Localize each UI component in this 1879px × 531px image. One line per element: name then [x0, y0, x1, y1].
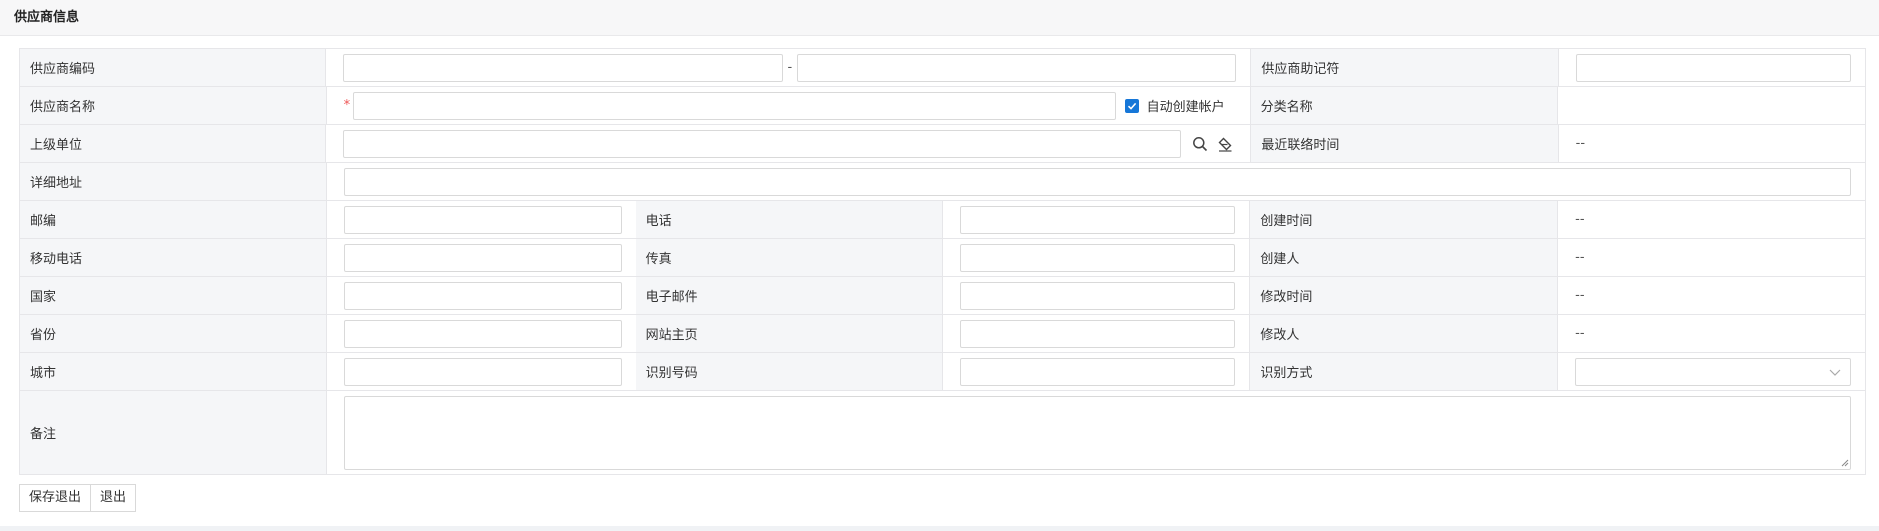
email-label: 电子邮件	[635, 277, 943, 314]
email-input[interactable]	[959, 281, 1236, 310]
resize-grip-icon[interactable]	[1841, 459, 1849, 467]
id-method-select[interactable]	[1575, 357, 1852, 386]
form-row: 省份 网站主页 修改人 --	[20, 315, 1867, 353]
province-label: 省份	[20, 315, 327, 352]
form-row: 城市 识别号码 识别方式	[20, 353, 1867, 391]
form-row: 供应商名称 * 自动创建帐户 分类名称	[20, 87, 1866, 125]
supplier-name-label: 供应商名称	[20, 87, 327, 124]
mnemonic-input[interactable]	[1575, 53, 1851, 82]
phone-cell	[942, 201, 1251, 238]
modified-time-label: 修改时间	[1250, 277, 1559, 314]
creator-label: 创建人	[1250, 239, 1559, 276]
parent-unit-label: 上级单位	[20, 125, 327, 162]
mobile-label: 移动电话	[20, 239, 327, 276]
id-number-label: 识别号码	[635, 353, 943, 390]
form-row: 移动电话 传真 创建人 --	[20, 239, 1867, 277]
province-input[interactable]	[343, 319, 622, 348]
remark-textarea[interactable]	[343, 395, 1851, 470]
creator-value: --	[1558, 239, 1867, 276]
email-cell	[942, 277, 1251, 314]
panel-title: 供应商信息	[0, 0, 1879, 36]
eraser-icon[interactable]	[1215, 133, 1237, 155]
province-cell	[326, 315, 636, 352]
website-cell	[942, 315, 1251, 352]
save-exit-button[interactable]: 保存退出	[19, 484, 92, 512]
category-name-value	[1558, 87, 1866, 124]
last-contact-time-label: 最近联络时间	[1251, 125, 1559, 162]
created-time-label: 创建时间	[1250, 201, 1559, 238]
fax-label: 传真	[635, 239, 943, 276]
supplier-code-cell: -	[326, 49, 1252, 86]
form-row: 备注	[20, 391, 1866, 475]
city-label: 城市	[20, 353, 327, 390]
country-input[interactable]	[343, 281, 622, 310]
form-row: 详细地址	[20, 163, 1866, 201]
auto-create-account-checkbox[interactable]: 自动创建帐户	[1124, 96, 1225, 115]
address-cell	[326, 163, 1866, 200]
auto-create-account-label: 自动创建帐户	[1146, 100, 1225, 115]
supplier-info-panel: 供应商信息 供应商编码 - 供应商助记符 供应商名称 * 自动创建帐户 分类名称…	[0, 0, 1879, 526]
parent-unit-input[interactable]	[343, 129, 1181, 158]
id-number-cell	[942, 353, 1251, 390]
mnemonic-label: 供应商助记符	[1251, 49, 1559, 86]
created-time-value: --	[1558, 201, 1867, 238]
form-row: 供应商编码 - 供应商助记符	[20, 49, 1866, 87]
address-input[interactable]	[343, 167, 1851, 196]
city-input[interactable]	[343, 357, 622, 386]
modifier-label: 修改人	[1250, 315, 1559, 352]
supplier-name-input[interactable]	[352, 91, 1116, 120]
website-label: 网站主页	[635, 315, 943, 352]
supplier-name-cell: * 自动创建帐户	[326, 87, 1251, 124]
search-icon[interactable]	[1189, 133, 1211, 155]
website-input[interactable]	[959, 319, 1236, 348]
modifier-value: --	[1558, 315, 1867, 352]
remark-cell	[326, 391, 1866, 474]
phone-input[interactable]	[959, 205, 1236, 234]
supplier-form: 供应商编码 - 供应商助记符 供应商名称 * 自动创建帐户 分类名称 上级单位 …	[19, 48, 1867, 475]
postcode-cell	[326, 201, 636, 238]
phone-label: 电话	[635, 201, 943, 238]
modified-time-value: --	[1558, 277, 1867, 314]
supplier-code-to-input[interactable]	[796, 53, 1237, 82]
id-method-cell	[1558, 353, 1867, 390]
id-number-input[interactable]	[959, 357, 1236, 386]
mnemonic-cell	[1558, 49, 1866, 86]
remark-label: 备注	[20, 391, 327, 474]
form-row: 国家 电子邮件 修改时间 --	[20, 277, 1867, 315]
postcode-label: 邮编	[20, 201, 327, 238]
last-contact-time-value: --	[1558, 125, 1866, 162]
fax-input[interactable]	[959, 243, 1236, 272]
id-method-select-value	[1575, 357, 1852, 386]
range-separator: -	[787, 60, 793, 75]
city-cell	[326, 353, 636, 390]
chevron-down-icon	[1829, 369, 1841, 376]
mobile-input[interactable]	[343, 243, 622, 272]
id-method-label: 识别方式	[1250, 353, 1559, 390]
action-buttons: 保存退出 退出	[19, 484, 137, 512]
form-row: 上级单位 最近联络时间 --	[20, 125, 1866, 163]
postcode-input[interactable]	[343, 205, 622, 234]
country-label: 国家	[20, 277, 327, 314]
category-name-label: 分类名称	[1250, 87, 1559, 124]
parent-unit-cell	[326, 125, 1252, 162]
exit-button[interactable]: 退出	[91, 484, 137, 512]
country-cell	[326, 277, 636, 314]
supplier-code-label: 供应商编码	[20, 49, 327, 86]
form-row: 邮编 电话 创建时间 --	[20, 201, 1867, 239]
supplier-code-from-input[interactable]	[343, 53, 783, 82]
fax-cell	[942, 239, 1251, 276]
address-label: 详细地址	[20, 163, 327, 200]
check-icon	[1124, 98, 1139, 113]
mobile-cell	[326, 239, 636, 276]
